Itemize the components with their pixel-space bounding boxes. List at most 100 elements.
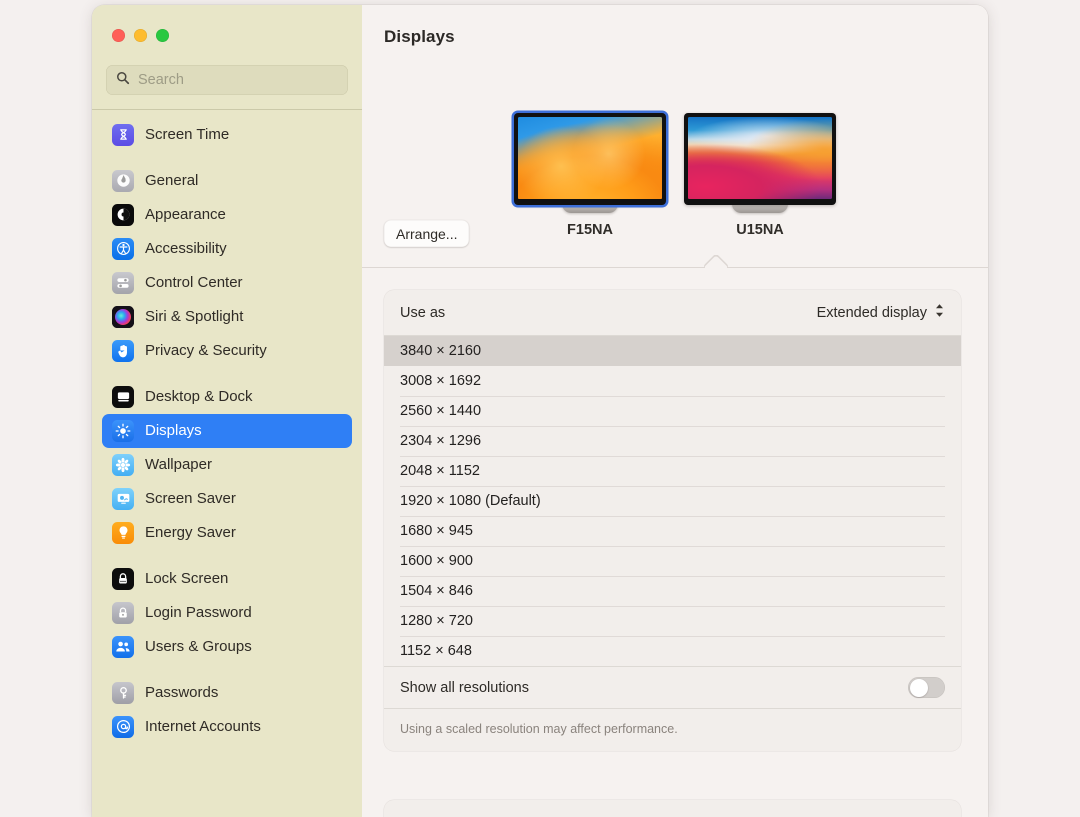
sidebar-item-users-groups[interactable]: Users & Groups (102, 630, 352, 664)
wallpaper-ventura (518, 117, 662, 199)
accessibility-icon (112, 238, 134, 260)
use-as-value: Extended display (817, 305, 927, 321)
sidebar-item-control-center[interactable]: Control Center (102, 266, 352, 300)
resolution-row[interactable]: 2560 × 1440 (384, 396, 961, 426)
sidebar-item-label: Login Password (145, 604, 252, 621)
minimize-button[interactable] (134, 29, 147, 42)
search-icon (116, 71, 130, 90)
sidebar-item-label: Privacy & Security (145, 342, 267, 359)
sidebar: Search Screen Time General Appearance Acces… (92, 5, 362, 817)
users-icon (112, 636, 134, 658)
use-as-label: Use as (400, 305, 445, 321)
padlock-icon (112, 602, 134, 624)
display-name-label: U15NA (736, 222, 784, 238)
sidebar-item-displays[interactable]: Displays (102, 414, 352, 448)
search-placeholder: Search (138, 72, 184, 88)
sidebar-item-label: Siri & Spotlight (145, 308, 243, 325)
hourglass-icon (112, 124, 134, 146)
toggle-knob (910, 679, 928, 697)
sidebar-item-lock-screen[interactable]: Lock Screen (102, 562, 352, 596)
show-all-resolutions-toggle[interactable] (908, 677, 945, 698)
search-container: Search (92, 65, 362, 109)
sidebar-item-siri-spotlight[interactable]: Siri & Spotlight (102, 300, 352, 334)
search-field[interactable]: Search (106, 65, 348, 95)
lock-screen-icon (112, 568, 134, 590)
sidebar-group-4: Passwords Internet Accounts (92, 670, 362, 750)
resolution-row[interactable]: 1920 × 1080 (Default) (384, 486, 961, 516)
sidebar-group-1: General Appearance Accessibility Control Ce… (92, 158, 362, 374)
sidebar-item-passwords[interactable]: Passwords (102, 676, 352, 710)
display-screen (514, 113, 666, 205)
sidebar-item-label: Energy Saver (145, 524, 236, 541)
sidebar-item-energy-saver[interactable]: Energy Saver (102, 516, 352, 550)
display-name-label: F15NA (567, 222, 613, 238)
hero-separator (362, 267, 988, 268)
resolution-row[interactable]: 1152 × 648 (384, 636, 961, 666)
gear-icon (112, 170, 134, 192)
sidebar-nav[interactable]: Screen Time General Appearance Accessibilit… (92, 110, 362, 817)
sidebar-item-label: Internet Accounts (145, 718, 261, 735)
next-settings-card (384, 800, 961, 817)
scaled-resolution-note: Using a scaled resolution may affect per… (384, 708, 961, 751)
sidebar-item-label: Lock Screen (145, 570, 228, 587)
display-screen (684, 113, 836, 205)
show-all-resolutions-label: Show all resolutions (400, 680, 529, 696)
siri-icon (112, 306, 134, 328)
chevron-up-down-icon (934, 303, 945, 323)
main-content: Displays F15NAU15NA Arrange... Use as Ex… (362, 5, 988, 817)
privacy-hand-icon (112, 340, 134, 362)
resolution-row[interactable]: 1504 × 846 (384, 576, 961, 606)
screen-saver-icon (112, 488, 134, 510)
display-wallpaper (688, 117, 832, 199)
sidebar-item-label: Accessibility (145, 240, 227, 257)
display-wallpaper (518, 117, 662, 199)
sidebar-item-login-password[interactable]: Login Password (102, 596, 352, 630)
displays-hero: F15NA U15NA Arrange... (362, 5, 988, 268)
control-center-icon (112, 272, 134, 294)
brightness-icon (112, 420, 134, 442)
sidebar-item-label: Appearance (145, 206, 226, 223)
display-thumbnail-U15NA[interactable]: U15NA (681, 113, 839, 238)
sidebar-item-label: Control Center (145, 274, 243, 291)
system-settings-window: Search Screen Time General Appearance Acces… (92, 5, 988, 817)
at-sign-icon (112, 716, 134, 738)
sidebar-item-appearance[interactable]: Appearance (102, 198, 352, 232)
arrange-button[interactable]: Arrange... (384, 220, 469, 247)
lightbulb-icon (112, 522, 134, 544)
display-stand (732, 204, 788, 213)
key-icon (112, 682, 134, 704)
selected-display-pointer (704, 255, 730, 268)
sidebar-item-label: General (145, 172, 198, 189)
sidebar-item-wallpaper[interactable]: Wallpaper (102, 448, 352, 482)
resolution-row[interactable]: 2048 × 1152 (384, 456, 961, 486)
resolution-row[interactable]: 2304 × 1296 (384, 426, 961, 456)
desktop-dock-icon (112, 386, 134, 408)
wallpaper-bigsur (688, 117, 832, 199)
sidebar-item-screen-time[interactable]: Screen Time (102, 118, 352, 152)
use-as-popup-button[interactable]: Extended display (817, 303, 945, 323)
resolution-row[interactable]: 3008 × 1692 (384, 366, 961, 396)
sidebar-group-2: Desktop & Dock DisplaysWallpaper Screen Sa… (92, 374, 362, 556)
resolution-row[interactable]: 1280 × 720 (384, 606, 961, 636)
sidebar-item-label: Screen Saver (145, 490, 236, 507)
show-all-resolutions-row: Show all resolutions (384, 666, 961, 708)
sidebar-group-0: Screen Time (92, 112, 362, 158)
resolution-row[interactable]: 3840 × 2160 (384, 336, 961, 366)
resolution-row[interactable]: 1680 × 945 (384, 516, 961, 546)
maximize-button[interactable] (156, 29, 169, 42)
resolution-row[interactable]: 1600 × 900 (384, 546, 961, 576)
sidebar-item-general[interactable]: General (102, 164, 352, 198)
resolution-list[interactable]: 3840 × 21603008 × 16922560 × 14402304 × … (384, 335, 961, 666)
sidebar-item-privacy-security[interactable]: Privacy & Security (102, 334, 352, 368)
display-thumbnail-F15NA[interactable]: F15NA (511, 113, 669, 238)
sidebar-group-3: Lock Screen Login Password Users & Groups (92, 556, 362, 670)
sidebar-item-accessibility[interactable]: Accessibility (102, 232, 352, 266)
sidebar-item-label: Screen Time (145, 126, 229, 143)
close-button[interactable] (112, 29, 125, 42)
wallpaper-icon (112, 454, 134, 476)
appearance-icon (112, 204, 134, 226)
sidebar-item-desktop-dock[interactable]: Desktop & Dock (102, 380, 352, 414)
sidebar-item-label: Desktop & Dock (145, 388, 253, 405)
sidebar-item-screen-saver[interactable]: Screen Saver (102, 482, 352, 516)
sidebar-item-internet-accounts[interactable]: Internet Accounts (102, 710, 352, 744)
